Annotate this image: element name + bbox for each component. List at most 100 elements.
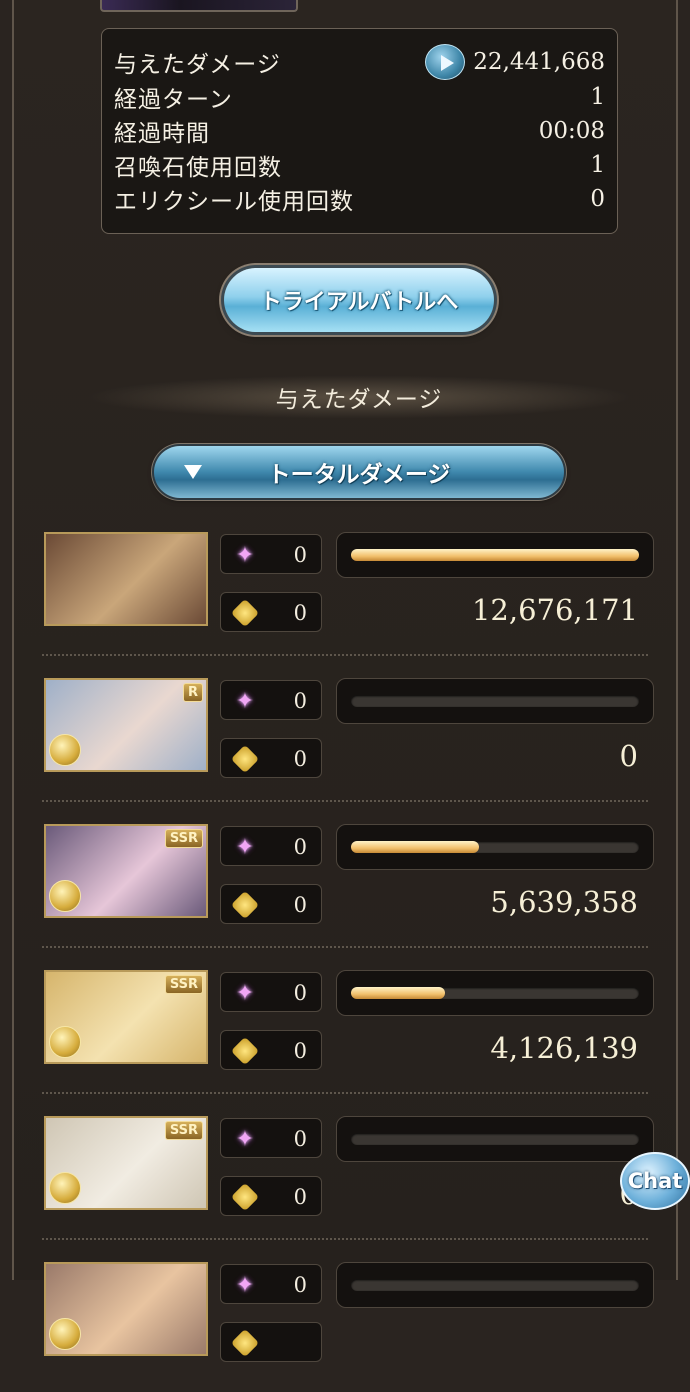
element-icon	[49, 1026, 81, 1058]
ability-star-icon: ✦	[235, 834, 255, 860]
section-title: 与えたダメージ	[84, 375, 634, 419]
summary-label: 経過ターン	[114, 87, 233, 113]
ability-star-icon: ✦	[235, 542, 255, 568]
charge-attack-count-box: 0	[220, 1030, 322, 1070]
summary-row-time: 経過時間 00:08	[114, 114, 605, 148]
damage-bar-track	[351, 549, 639, 561]
charge-attack-icon	[230, 744, 260, 774]
charge-attack-count: 0	[293, 747, 307, 771]
rarity-badge: SSR	[164, 975, 203, 994]
row-separator	[42, 1238, 648, 1240]
damage-bar-track	[351, 1279, 639, 1291]
summary-label: 召喚石使用回数	[114, 155, 282, 181]
summary-label: エリクシール使用回数	[114, 189, 354, 215]
ability-star-icon: ✦	[235, 980, 255, 1006]
ability-count: 0	[293, 981, 307, 1005]
damage-bar	[336, 1116, 654, 1162]
row-separator	[42, 800, 648, 802]
ability-count: 0	[293, 1273, 307, 1297]
rarity-badge: SSR	[164, 1121, 203, 1140]
damage-bar	[336, 678, 654, 724]
trial-battle-button[interactable]: トライアルバトルへ	[224, 268, 494, 332]
charge-attack-count: 0	[293, 1185, 307, 1209]
ability-star-icon: ✦	[235, 688, 255, 714]
row-separator	[42, 946, 648, 948]
ability-count-box: ✦ 0	[220, 972, 322, 1012]
charge-attack-count-box: 0	[220, 884, 322, 924]
charge-attack-count: 0	[293, 601, 307, 625]
element-icon	[49, 880, 81, 912]
damage-value: 12,676,171	[471, 593, 638, 627]
charge-attack-icon	[230, 598, 260, 628]
ability-count: 0	[293, 689, 307, 713]
charge-attack-count-box: 0	[220, 592, 322, 632]
charge-attack-icon	[230, 1328, 260, 1358]
summary-row-damage: 与えたダメージ 22,441,668	[114, 44, 605, 80]
charge-attack-count: 0	[293, 1039, 307, 1063]
ability-count-box: ✦ 0	[220, 1264, 322, 1304]
top-banner-edge	[100, 0, 298, 12]
charge-attack-count-box: 0	[220, 738, 322, 778]
row-separator	[42, 1092, 648, 1094]
summary-row-elixirs: エリクシール使用回数 0	[114, 182, 605, 216]
charge-attack-count: 0	[293, 893, 307, 917]
ability-count-box: ✦ 0	[220, 680, 322, 720]
element-icon	[49, 734, 81, 766]
party-member-row: SSR ✦ 0 0 0	[42, 1116, 654, 1246]
character-portrait[interactable]: SSR	[44, 970, 208, 1064]
damage-bar	[336, 824, 654, 870]
charge-attack-icon	[230, 1036, 260, 1066]
character-portrait[interactable]: SSR	[44, 1116, 208, 1210]
ability-count: 0	[293, 543, 307, 567]
damage-bar-fill	[351, 841, 480, 853]
dropdown-selected-label: トータルダメージ	[267, 462, 451, 488]
rarity-badge: R	[182, 683, 203, 702]
summary-row-turns: 経過ターン 1	[114, 80, 605, 114]
element-icon	[49, 1318, 81, 1350]
summary-value: 0	[590, 186, 605, 212]
party-member-row: ✦ 0	[42, 1262, 654, 1392]
damage-bar	[336, 532, 654, 578]
ability-count-box: ✦ 0	[220, 826, 322, 866]
damage-bar	[336, 1262, 654, 1308]
damage-bar-track	[351, 841, 639, 853]
damage-filter-dropdown[interactable]: トータルダメージ	[154, 446, 564, 498]
damage-bar-track	[351, 695, 639, 707]
ability-count: 0	[293, 1127, 307, 1151]
summary-value: 1	[590, 84, 605, 110]
charge-attack-count-box: 0	[220, 1176, 322, 1216]
ability-count-box: ✦ 0	[220, 534, 322, 574]
damage-bar-fill	[351, 987, 445, 999]
party-member-row: ✦ 0 0 12,676,171	[42, 532, 654, 662]
summary-value: 22,441,668	[473, 49, 605, 75]
character-portrait[interactable]	[44, 532, 208, 626]
battle-summary: 与えたダメージ 22,441,668 経過ターン 1 経過時間 00:08 召喚…	[101, 28, 618, 234]
damage-value: 5,639,358	[490, 885, 638, 919]
ability-count-box: ✦ 0	[220, 1118, 322, 1158]
summary-label: 経過時間	[114, 121, 210, 147]
damage-bar-fill	[351, 549, 639, 561]
ability-count: 0	[293, 835, 307, 859]
summary-value: 00:08	[538, 118, 605, 144]
party-member-row: SSR ✦ 0 0 4,126,139	[42, 970, 654, 1100]
character-portrait[interactable]	[44, 1262, 208, 1356]
charge-attack-icon	[230, 890, 260, 920]
summary-row-summons: 召喚石使用回数 1	[114, 148, 605, 182]
element-icon	[49, 1172, 81, 1204]
summary-value: 1	[590, 152, 605, 178]
character-portrait[interactable]: SSR	[44, 824, 208, 918]
damage-bar	[336, 970, 654, 1016]
damage-value: 4,126,139	[490, 1031, 638, 1065]
row-separator	[42, 654, 648, 656]
party-member-row: R ✦ 0 0 0	[42, 678, 654, 808]
damage-bar-track	[351, 987, 639, 999]
summary-label: 与えたダメージ	[114, 52, 281, 78]
rarity-badge: SSR	[164, 829, 203, 848]
party-member-row: SSR ✦ 0 0 5,639,358	[42, 824, 654, 954]
character-portrait[interactable]: R	[44, 678, 208, 772]
play-circle-icon[interactable]	[425, 44, 466, 80]
damage-bar-track	[351, 1133, 639, 1145]
chat-button[interactable]: Chat	[620, 1152, 690, 1210]
damage-value: 0	[619, 739, 638, 773]
charge-attack-count-box	[220, 1322, 322, 1362]
